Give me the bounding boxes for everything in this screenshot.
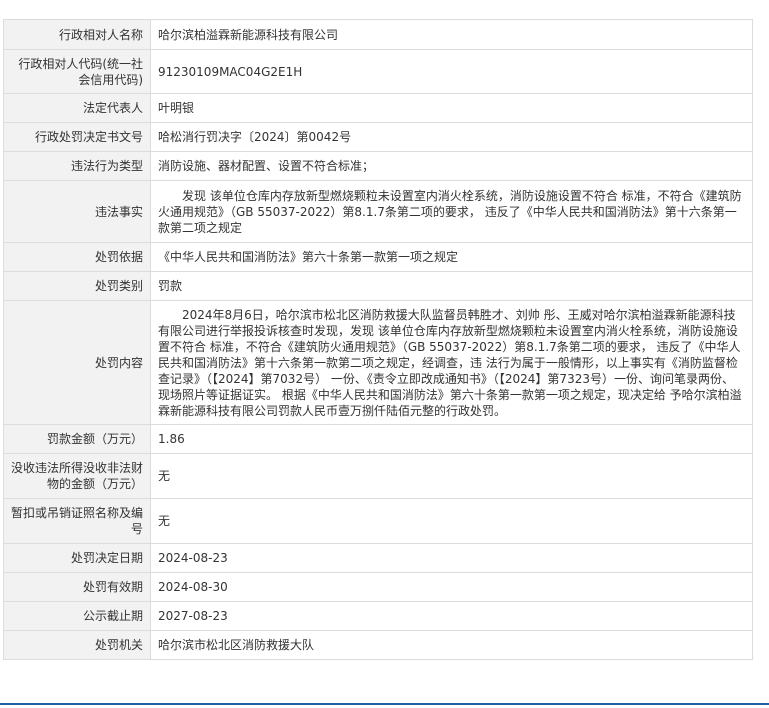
penalty-detail-table: 行政相对人名称 哈尔滨柏溢霖新能源科技有限公司 行政相对人代码(统一社会信用代码…: [3, 19, 753, 660]
row-value-publicity-deadline: 2027-08-23: [150, 601, 753, 631]
table-row: 行政处罚决定书文号 哈松消行罚决字〔2024〕第0042号: [3, 122, 753, 152]
row-label-authority: 处罚机关: [3, 630, 151, 660]
table-row: 行政相对人名称 哈尔滨柏溢霖新能源科技有限公司: [3, 19, 753, 50]
table-row: 没收违法所得没收非法财物的金额（万元） 无: [3, 453, 753, 499]
row-label-license-suspension: 暂扣或吊销证照名称及编号: [3, 498, 151, 544]
table-row: 处罚类别 罚款: [3, 271, 753, 301]
row-value-penalty-category: 罚款: [150, 271, 753, 301]
row-label-violation-type: 违法行为类型: [3, 151, 151, 181]
footer-divider: [0, 703, 769, 705]
row-value-legal-basis: 《中华人民共和国消防法》第六十条第一款第一项之规定: [150, 242, 753, 272]
row-value-party-name: 哈尔滨柏溢霖新能源科技有限公司: [150, 19, 753, 50]
row-label-fine-amount: 罚款金额（万元）: [3, 424, 151, 454]
table-row: 罚款金额（万元） 1.86: [3, 424, 753, 454]
row-label-decision-date: 处罚决定日期: [3, 543, 151, 573]
row-label-decision-number: 行政处罚决定书文号: [3, 122, 151, 152]
row-label-confiscation-amount: 没收违法所得没收非法财物的金额（万元）: [3, 453, 151, 499]
row-label-credit-code: 行政相对人代码(统一社会信用代码): [3, 49, 151, 94]
row-value-valid-until: 2024-08-30: [150, 572, 753, 602]
row-value-confiscation-amount: 无: [150, 453, 753, 499]
row-value-fine-amount: 1.86: [150, 424, 753, 454]
row-value-authority: 哈尔滨市松北区消防救援大队: [150, 630, 753, 660]
row-value-legal-rep: 叶明银: [150, 93, 753, 123]
table-row: 违法行为类型 消防设施、器材配置、设置不符合标准；: [3, 151, 753, 181]
row-value-violation-facts: 发现 该单位仓库内存放新型燃烧颗粒未设置室内消火栓系统，消防设施设置不符合 标准…: [150, 180, 753, 243]
row-label-legal-rep: 法定代表人: [3, 93, 151, 123]
row-label-legal-basis: 处罚依据: [3, 242, 151, 272]
table-row: 处罚有效期 2024-08-30: [3, 572, 753, 602]
row-label-penalty-category: 处罚类别: [3, 271, 151, 301]
table-row: 法定代表人 叶明银: [3, 93, 753, 123]
row-value-credit-code: 91230109MAC04G2E1H: [150, 49, 753, 94]
row-label-publicity-deadline: 公示截止期: [3, 601, 151, 631]
table-row: 处罚依据 《中华人民共和国消防法》第六十条第一款第一项之规定: [3, 242, 753, 272]
row-value-license-suspension: 无: [150, 498, 753, 544]
table-row: 处罚决定日期 2024-08-23: [3, 543, 753, 573]
row-value-decision-number: 哈松消行罚决字〔2024〕第0042号: [150, 122, 753, 152]
table-row: 处罚内容 2024年8月6日，哈尔滨市松北区消防救援大队监督员韩胜才、刘帅 彤、…: [3, 300, 753, 425]
table-row: 暂扣或吊销证照名称及编号 无: [3, 498, 753, 544]
table-row: 公示截止期 2027-08-23: [3, 601, 753, 631]
row-value-decision-date: 2024-08-23: [150, 543, 753, 573]
row-label-valid-until: 处罚有效期: [3, 572, 151, 602]
table-row: 行政相对人代码(统一社会信用代码) 91230109MAC04G2E1H: [3, 49, 753, 94]
table-row: 违法事实 发现 该单位仓库内存放新型燃烧颗粒未设置室内消火栓系统，消防设施设置不…: [3, 180, 753, 243]
row-label-party-name: 行政相对人名称: [3, 19, 151, 50]
table-row: 处罚机关 哈尔滨市松北区消防救援大队: [3, 630, 753, 660]
row-value-penalty-content: 2024年8月6日，哈尔滨市松北区消防救援大队监督员韩胜才、刘帅 彤、王威对哈尔…: [150, 300, 753, 425]
row-label-penalty-content: 处罚内容: [3, 300, 151, 425]
row-value-violation-type: 消防设施、器材配置、设置不符合标准；: [150, 151, 753, 181]
row-label-violation-facts: 违法事实: [3, 180, 151, 243]
